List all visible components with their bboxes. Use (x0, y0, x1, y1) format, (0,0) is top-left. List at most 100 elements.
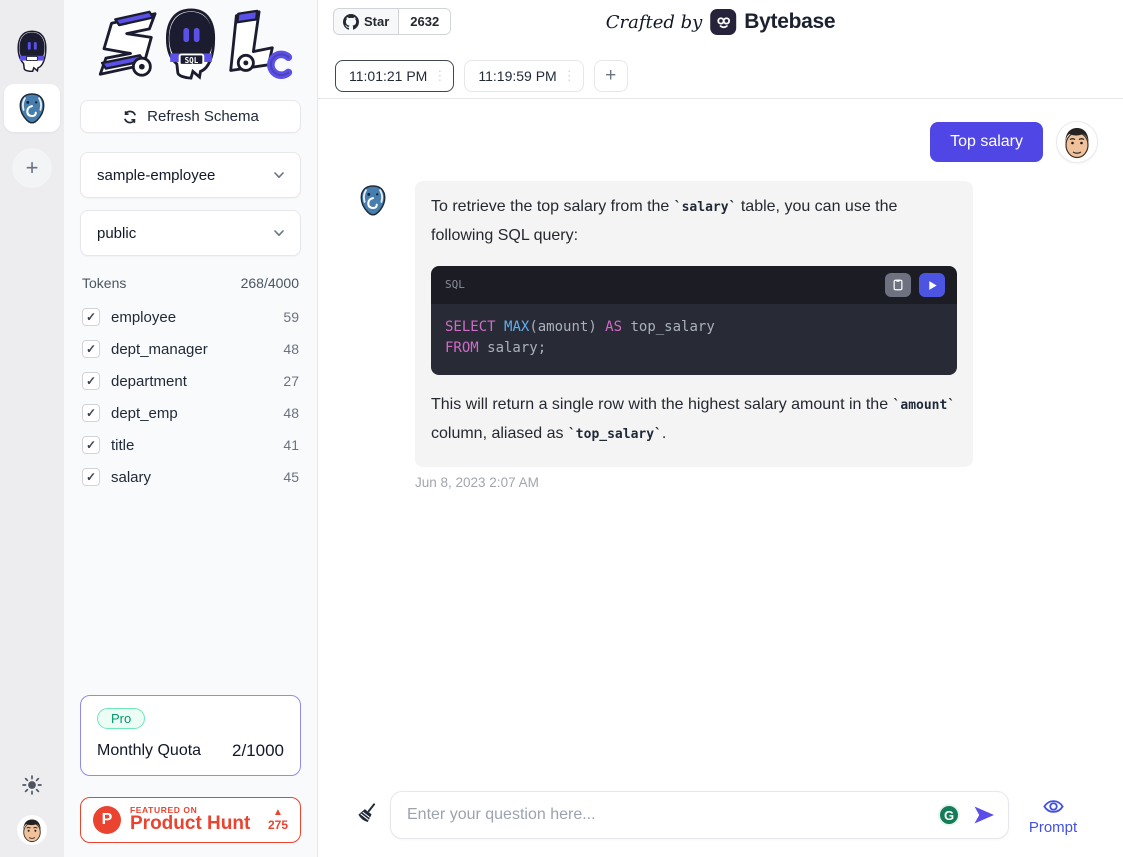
crafted-by-text: Crafted by (606, 12, 703, 33)
logo-badge-text: SQL (184, 56, 198, 65)
main-header: Star 2632 Crafted by Bytebase (318, 8, 1123, 42)
star-label: Star (364, 14, 389, 29)
refresh-icon (122, 109, 138, 125)
plus-icon: + (26, 157, 39, 179)
assistant-paragraph-1: To retrieve the top salary from the `sal… (431, 193, 957, 250)
table-checkbox[interactable]: ✓ (82, 436, 100, 454)
chevron-down-icon (272, 168, 286, 182)
product-hunt-badge[interactable]: P FEATURED ON Product Hunt ▲ 275 (80, 797, 301, 843)
table-name: salary (111, 469, 151, 486)
table-token-count: 45 (283, 469, 299, 485)
add-connection-button[interactable]: + (12, 148, 52, 188)
code-block-header: SQL (431, 266, 957, 304)
sqlchat-bot-icon[interactable] (13, 30, 51, 72)
send-icon (972, 803, 996, 827)
grammarly-icon[interactable]: G (938, 804, 960, 826)
github-icon (343, 14, 359, 30)
tokens-usage: 268/4000 (241, 275, 299, 291)
assistant-message-bubble: To retrieve the top salary from the `sal… (415, 181, 973, 467)
prompt-label: Prompt (1029, 819, 1077, 836)
table-checkbox[interactable]: ✓ (82, 308, 100, 326)
table-token-count: 48 (283, 405, 299, 421)
ph-vote-count: 275 (268, 818, 288, 832)
check-icon: ✓ (86, 310, 96, 324)
tab-menu-icon[interactable]: ⋮ (563, 68, 575, 84)
inline-code: `top_salary` (568, 427, 662, 442)
account-avatar-button[interactable] (17, 815, 47, 845)
composer: G Prompt (355, 791, 1080, 839)
check-icon: ✓ (86, 374, 96, 388)
assistant-postgres-avatar-icon (358, 184, 388, 216)
bytebase-logo-icon (710, 9, 736, 35)
message-timestamp: Jun 8, 2023 2:07 AM (415, 475, 1123, 490)
refresh-schema-button[interactable]: Refresh Schema (80, 100, 301, 133)
tab-label: 11:19:59 PM (478, 68, 556, 84)
table-checkbox[interactable]: ✓ (82, 404, 100, 422)
check-icon: ✓ (86, 438, 96, 452)
conversation-tabs: 11:01:21 PM ⋮ 11:19:59 PM ⋮ + (318, 42, 1123, 99)
table-row: ✓ title 41 (80, 429, 301, 461)
grammarly-letter: G (944, 808, 954, 823)
schema-select[interactable]: public (80, 210, 301, 256)
bot-avatar-icon (13, 30, 51, 72)
quota-value: 2/1000 (232, 741, 284, 761)
product-hunt-letter: P (102, 811, 113, 829)
sidebar: SQL Refresh Schema sample-employee publi… (64, 0, 318, 857)
bytebase-wordmark: Bytebase (744, 10, 835, 34)
sun-icon (21, 774, 43, 796)
clear-conversation-button[interactable] (355, 800, 380, 830)
assistant-paragraph-2: This will return a single row with the h… (431, 391, 957, 449)
star-count: 2632 (399, 9, 450, 34)
pro-badge: Pro (97, 708, 145, 729)
quota-label: Monthly Quota (97, 742, 201, 760)
copy-code-button[interactable] (885, 273, 911, 297)
sqlchat-logo: SQL (80, 4, 301, 84)
tokens-label: Tokens (82, 275, 126, 291)
github-star-button[interactable]: Star 2632 (333, 8, 451, 35)
table-token-count: 48 (283, 341, 299, 357)
user-message-bubble: Top salary (930, 122, 1043, 162)
check-icon: ✓ (86, 342, 96, 356)
theme-toggle-button[interactable] (21, 774, 43, 801)
database-select-value: sample-employee (97, 167, 215, 184)
table-name: department (111, 373, 187, 390)
inline-code: `salary` (674, 200, 737, 215)
conversation-tab-2[interactable]: 11:19:59 PM ⋮ (464, 60, 583, 92)
new-conversation-button[interactable]: + (594, 60, 628, 92)
tab-menu-icon[interactable]: ⋮ (433, 68, 445, 84)
code-content: SELECT MAX(amount) AS top_salary FROM sa… (431, 304, 957, 375)
table-list: ✓ employee 59 ✓ dept_manager 48 ✓ depart… (80, 301, 301, 493)
conversation-tab-1[interactable]: 11:01:21 PM ⋮ (335, 60, 454, 92)
refresh-schema-label: Refresh Schema (147, 108, 259, 125)
run-query-button[interactable] (919, 273, 945, 297)
chat-area: Top salary (318, 99, 1123, 857)
table-token-count: 41 (283, 437, 299, 453)
crafted-by[interactable]: Crafted by Bytebase (606, 9, 836, 35)
send-button[interactable] (972, 803, 996, 827)
table-row: ✓ salary 45 (80, 461, 301, 493)
question-input-wrap: G (390, 791, 1009, 839)
database-select[interactable]: sample-employee (80, 152, 301, 198)
table-name: title (111, 437, 134, 454)
eye-icon (1042, 795, 1065, 818)
user-avatar-icon (1057, 122, 1097, 162)
check-icon: ✓ (86, 470, 96, 484)
connection-postgres-tile[interactable] (4, 84, 60, 132)
ph-name-label: Product Hunt (130, 814, 250, 834)
table-name: employee (111, 309, 176, 326)
table-checkbox[interactable]: ✓ (82, 372, 100, 390)
code-language-label: SQL (445, 271, 465, 299)
tab-label: 11:01:21 PM (349, 68, 427, 84)
user-avatar (1056, 121, 1098, 163)
check-icon: ✓ (86, 406, 96, 420)
quota-card: Pro Monthly Quota 2/1000 (80, 695, 301, 776)
user-message-row: Top salary (318, 121, 1098, 163)
table-checkbox[interactable]: ✓ (82, 340, 100, 358)
prompt-button[interactable]: Prompt (1026, 795, 1080, 836)
table-token-count: 27 (283, 373, 299, 389)
play-icon (927, 280, 938, 291)
question-input[interactable] (407, 806, 938, 824)
table-checkbox[interactable]: ✓ (82, 468, 100, 486)
main-panel: Star 2632 Crafted by Bytebase 11:01:21 P… (318, 0, 1123, 857)
inline-code: `amount` (893, 398, 956, 413)
